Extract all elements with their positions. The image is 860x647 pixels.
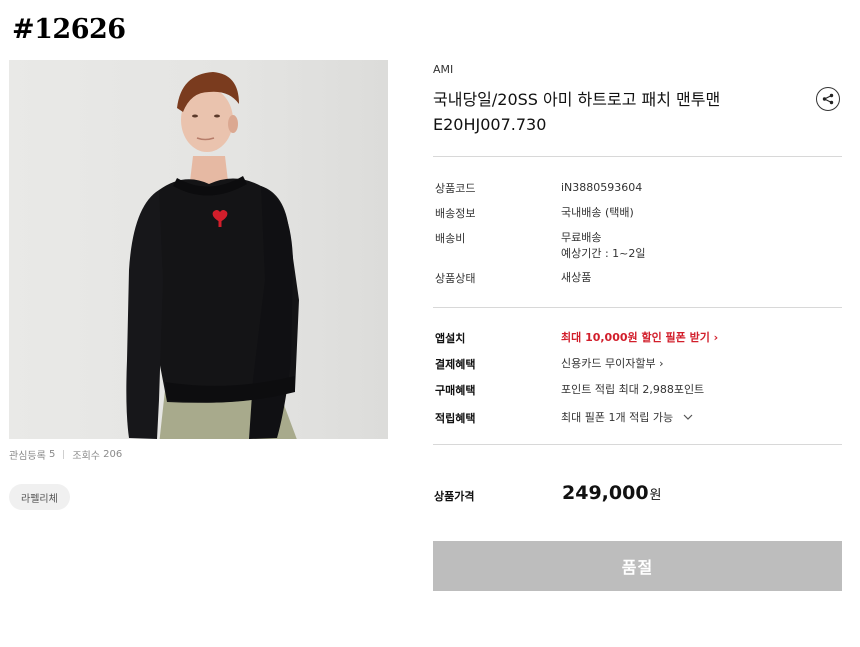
benefit-label: 적립혜택 bbox=[435, 412, 476, 425]
benefit-label: 앱설치 bbox=[435, 332, 466, 345]
divider bbox=[433, 444, 842, 445]
info-label: 배송비 bbox=[435, 232, 466, 245]
info-value: 무료배송 예상기간 : 1~2일 bbox=[561, 230, 646, 262]
price-unit: 원 bbox=[649, 488, 662, 503]
price: 249,000원 bbox=[562, 482, 662, 504]
info-value: 국내배송 (택배) bbox=[561, 206, 634, 219]
product-image[interactable] bbox=[9, 60, 388, 439]
app-coupon-link[interactable]: 최대 10,000원 할인 필폰 받기 › bbox=[561, 330, 718, 346]
likes-label: 관심등록 bbox=[9, 451, 46, 462]
sweatshirt-model-photo bbox=[126, 72, 299, 439]
likes-count: 5 bbox=[49, 449, 56, 460]
product-title-line1: 국내당일/20SS 아미 하트로고 패치 맨투맨 bbox=[433, 90, 721, 109]
stats-divider bbox=[63, 450, 65, 459]
views-count: 206 bbox=[103, 449, 123, 460]
divider bbox=[433, 307, 842, 308]
info-value: iN3880593604 bbox=[561, 181, 643, 194]
price-amount: 249,000 bbox=[562, 482, 649, 504]
shipping-fee: 무료배송 bbox=[561, 231, 602, 244]
benefit-label: 구매혜택 bbox=[435, 384, 476, 397]
product-stats: 관심등록 5 조회수 206 bbox=[9, 447, 122, 462]
share-icon bbox=[822, 93, 834, 105]
shipping-period: 예상기간 : 1~2일 bbox=[561, 247, 646, 260]
info-label: 상품코드 bbox=[435, 182, 476, 195]
views-label: 조회수 bbox=[72, 451, 100, 462]
brand-name[interactable]: AMI bbox=[433, 63, 453, 76]
info-label: 상품상태 bbox=[435, 272, 476, 285]
reward-toggle[interactable]: 최대 필폰 1개 적립 가능 bbox=[561, 410, 693, 426]
benefit-value: 포인트 적립 최대 2,988포인트 bbox=[561, 383, 705, 396]
product-title-line2: E20HJ007.730 bbox=[433, 115, 547, 134]
listing-number: #12626 bbox=[12, 14, 126, 45]
info-value: 새상품 bbox=[561, 271, 592, 284]
soldout-button[interactable]: 품절 bbox=[433, 541, 842, 591]
seller-tag[interactable]: 라펠리체 bbox=[9, 484, 70, 510]
info-label: 배송정보 bbox=[435, 207, 476, 220]
reward-text: 최대 필폰 1개 적립 가능 bbox=[561, 411, 674, 424]
divider bbox=[433, 156, 842, 157]
benefit-label: 결제혜택 bbox=[435, 358, 476, 371]
product-title: 국내당일/20SS 아미 하트로고 패치 맨투맨 E20HJ007.730 bbox=[433, 87, 793, 137]
price-label: 상품가격 bbox=[434, 490, 475, 503]
chevron-down-icon bbox=[683, 414, 693, 420]
share-button[interactable] bbox=[816, 87, 840, 111]
installment-link[interactable]: 신용카드 무이자할부 › bbox=[561, 356, 663, 372]
